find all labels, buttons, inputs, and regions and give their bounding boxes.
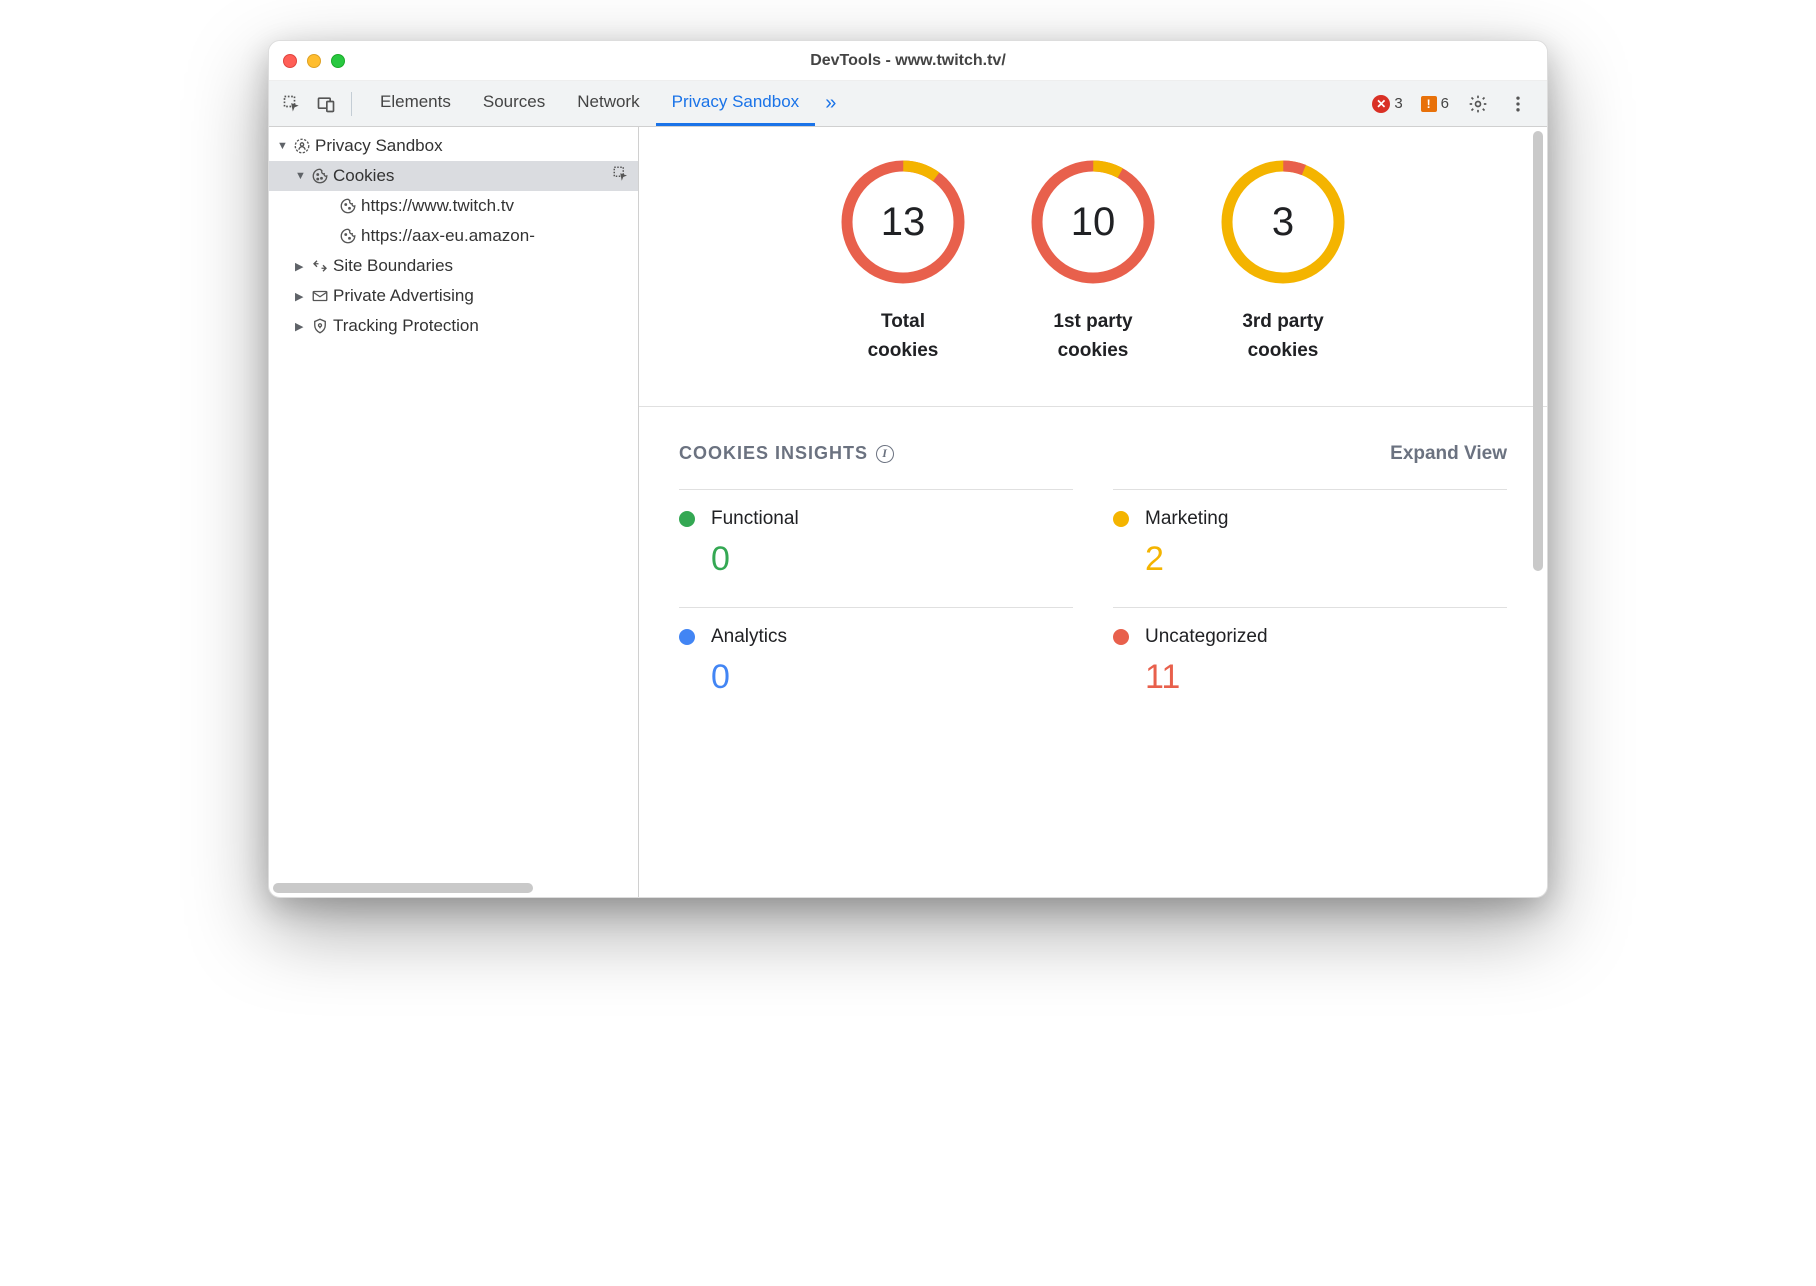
chevron-down-icon[interactable] bbox=[277, 140, 291, 152]
category-value: 11 bbox=[1113, 658, 1507, 697]
category-label: Analytics bbox=[711, 626, 787, 648]
metric-label: 1st partycookies bbox=[1028, 307, 1158, 366]
tree-label: Tracking Protection bbox=[331, 316, 479, 336]
warning-icon: ! bbox=[1421, 96, 1437, 112]
tab-elements[interactable]: Elements bbox=[364, 81, 467, 126]
tree-item-origin[interactable]: https://aax-eu.amazon- bbox=[269, 221, 638, 251]
category-value: 2 bbox=[1113, 540, 1507, 579]
ring-chart: 10 bbox=[1028, 157, 1158, 287]
metric-first-party-cookies: 10 1st partycookies bbox=[1028, 157, 1158, 366]
category-dot bbox=[1113, 511, 1129, 527]
insight-card-uncategorized[interactable]: Uncategorized 11 bbox=[1113, 607, 1507, 697]
insight-grid: Functional 0 Marketing 2 bbox=[679, 489, 1507, 697]
tree-item-origin[interactable]: https://www.twitch.tv bbox=[269, 191, 638, 221]
category-value: 0 bbox=[679, 540, 1073, 579]
tree-item-cookies[interactable]: Cookies bbox=[269, 161, 638, 191]
cookie-icon bbox=[337, 227, 359, 245]
device-toolbar-icon[interactable] bbox=[309, 87, 343, 121]
more-options-button[interactable] bbox=[1501, 87, 1535, 121]
settings-button[interactable] bbox=[1461, 87, 1495, 121]
errors-badge[interactable]: ✕ 3 bbox=[1366, 95, 1408, 113]
mail-icon bbox=[309, 287, 331, 305]
tree-item-private-advertising[interactable]: Private Advertising bbox=[269, 281, 638, 311]
tab-privacy-sandbox[interactable]: Privacy Sandbox bbox=[656, 81, 816, 126]
panel-tabs: Elements Sources Network Privacy Sandbox bbox=[364, 81, 815, 126]
metric-label: 3rd partycookies bbox=[1218, 307, 1348, 366]
tree-label: Site Boundaries bbox=[331, 256, 453, 276]
tree-label: Private Advertising bbox=[331, 286, 474, 306]
cookie-icon bbox=[309, 167, 331, 185]
error-icon: ✕ bbox=[1372, 95, 1390, 113]
inspect-element-icon[interactable] bbox=[275, 87, 309, 121]
tree-label: https://aax-eu.amazon- bbox=[359, 226, 535, 246]
insight-card-marketing[interactable]: Marketing 2 bbox=[1113, 489, 1507, 579]
shield-icon bbox=[309, 317, 331, 335]
warnings-badge[interactable]: ! 6 bbox=[1415, 95, 1455, 112]
cookies-insights-section: COOKIES INSIGHTS i Expand View Functiona… bbox=[639, 407, 1547, 717]
category-dot bbox=[679, 629, 695, 645]
chevron-right-icon[interactable] bbox=[295, 320, 309, 333]
errors-count: 3 bbox=[1394, 95, 1402, 112]
category-value: 0 bbox=[679, 658, 1073, 697]
inspect-icon[interactable] bbox=[612, 165, 630, 188]
close-window-button[interactable] bbox=[283, 54, 297, 68]
chevron-right-icon[interactable] bbox=[295, 260, 309, 273]
window-title: DevTools - www.twitch.tv/ bbox=[269, 52, 1547, 70]
ring-chart: 13 bbox=[838, 157, 968, 287]
sidebar-tree: Privacy Sandbox Cookies bbox=[269, 127, 638, 341]
category-label: Uncategorized bbox=[1145, 626, 1268, 648]
more-tabs-button[interactable]: » bbox=[815, 92, 846, 115]
cookie-icon bbox=[337, 197, 359, 215]
chevron-right-icon[interactable] bbox=[295, 290, 309, 303]
minimize-window-button[interactable] bbox=[307, 54, 321, 68]
privacy-sandbox-icon bbox=[291, 137, 313, 155]
toolbar-divider bbox=[351, 92, 352, 116]
titlebar: DevTools - www.twitch.tv/ bbox=[269, 41, 1547, 81]
chevron-down-icon[interactable] bbox=[295, 170, 309, 182]
sidebar: Privacy Sandbox Cookies bbox=[269, 127, 639, 897]
traffic-lights bbox=[283, 54, 345, 68]
tree-label: Cookies bbox=[331, 166, 394, 186]
metric-label: Totalcookies bbox=[838, 307, 968, 366]
horizontal-scrollbar[interactable] bbox=[273, 883, 533, 893]
insight-card-analytics[interactable]: Analytics 0 bbox=[679, 607, 1073, 697]
devtools-window: DevTools - www.twitch.tv/ Elements Sourc… bbox=[268, 40, 1548, 898]
devtools-toolbar: Elements Sources Network Privacy Sandbox… bbox=[269, 81, 1547, 127]
cookie-metrics-row: 13 Totalcookies 10 1st partycookies 3 bbox=[639, 127, 1547, 407]
tree-item-tracking-protection[interactable]: Tracking Protection bbox=[269, 311, 638, 341]
tree-label: Privacy Sandbox bbox=[313, 136, 443, 156]
tree-item-site-boundaries[interactable]: Site Boundaries bbox=[269, 251, 638, 281]
insight-card-functional[interactable]: Functional 0 bbox=[679, 489, 1073, 579]
category-dot bbox=[1113, 629, 1129, 645]
ring-chart: 3 bbox=[1218, 157, 1348, 287]
insights-title: COOKIES INSIGHTS i bbox=[679, 443, 894, 464]
vertical-scrollbar[interactable] bbox=[1533, 131, 1543, 571]
expand-view-button[interactable]: Expand View bbox=[1390, 443, 1507, 465]
tree-item-privacy-sandbox[interactable]: Privacy Sandbox bbox=[269, 131, 638, 161]
tab-network[interactable]: Network bbox=[561, 81, 655, 126]
warnings-count: 6 bbox=[1441, 95, 1449, 112]
category-dot bbox=[679, 511, 695, 527]
maximize-window-button[interactable] bbox=[331, 54, 345, 68]
category-label: Functional bbox=[711, 508, 799, 530]
info-icon[interactable]: i bbox=[876, 445, 894, 463]
metric-total-cookies: 13 Totalcookies bbox=[838, 157, 968, 366]
metric-third-party-cookies: 3 3rd partycookies bbox=[1218, 157, 1348, 366]
main-panel: 13 Totalcookies 10 1st partycookies 3 bbox=[639, 127, 1547, 897]
category-label: Marketing bbox=[1145, 508, 1228, 530]
tree-label: https://www.twitch.tv bbox=[359, 196, 514, 216]
site-boundaries-icon bbox=[309, 257, 331, 275]
tab-sources[interactable]: Sources bbox=[467, 81, 561, 126]
